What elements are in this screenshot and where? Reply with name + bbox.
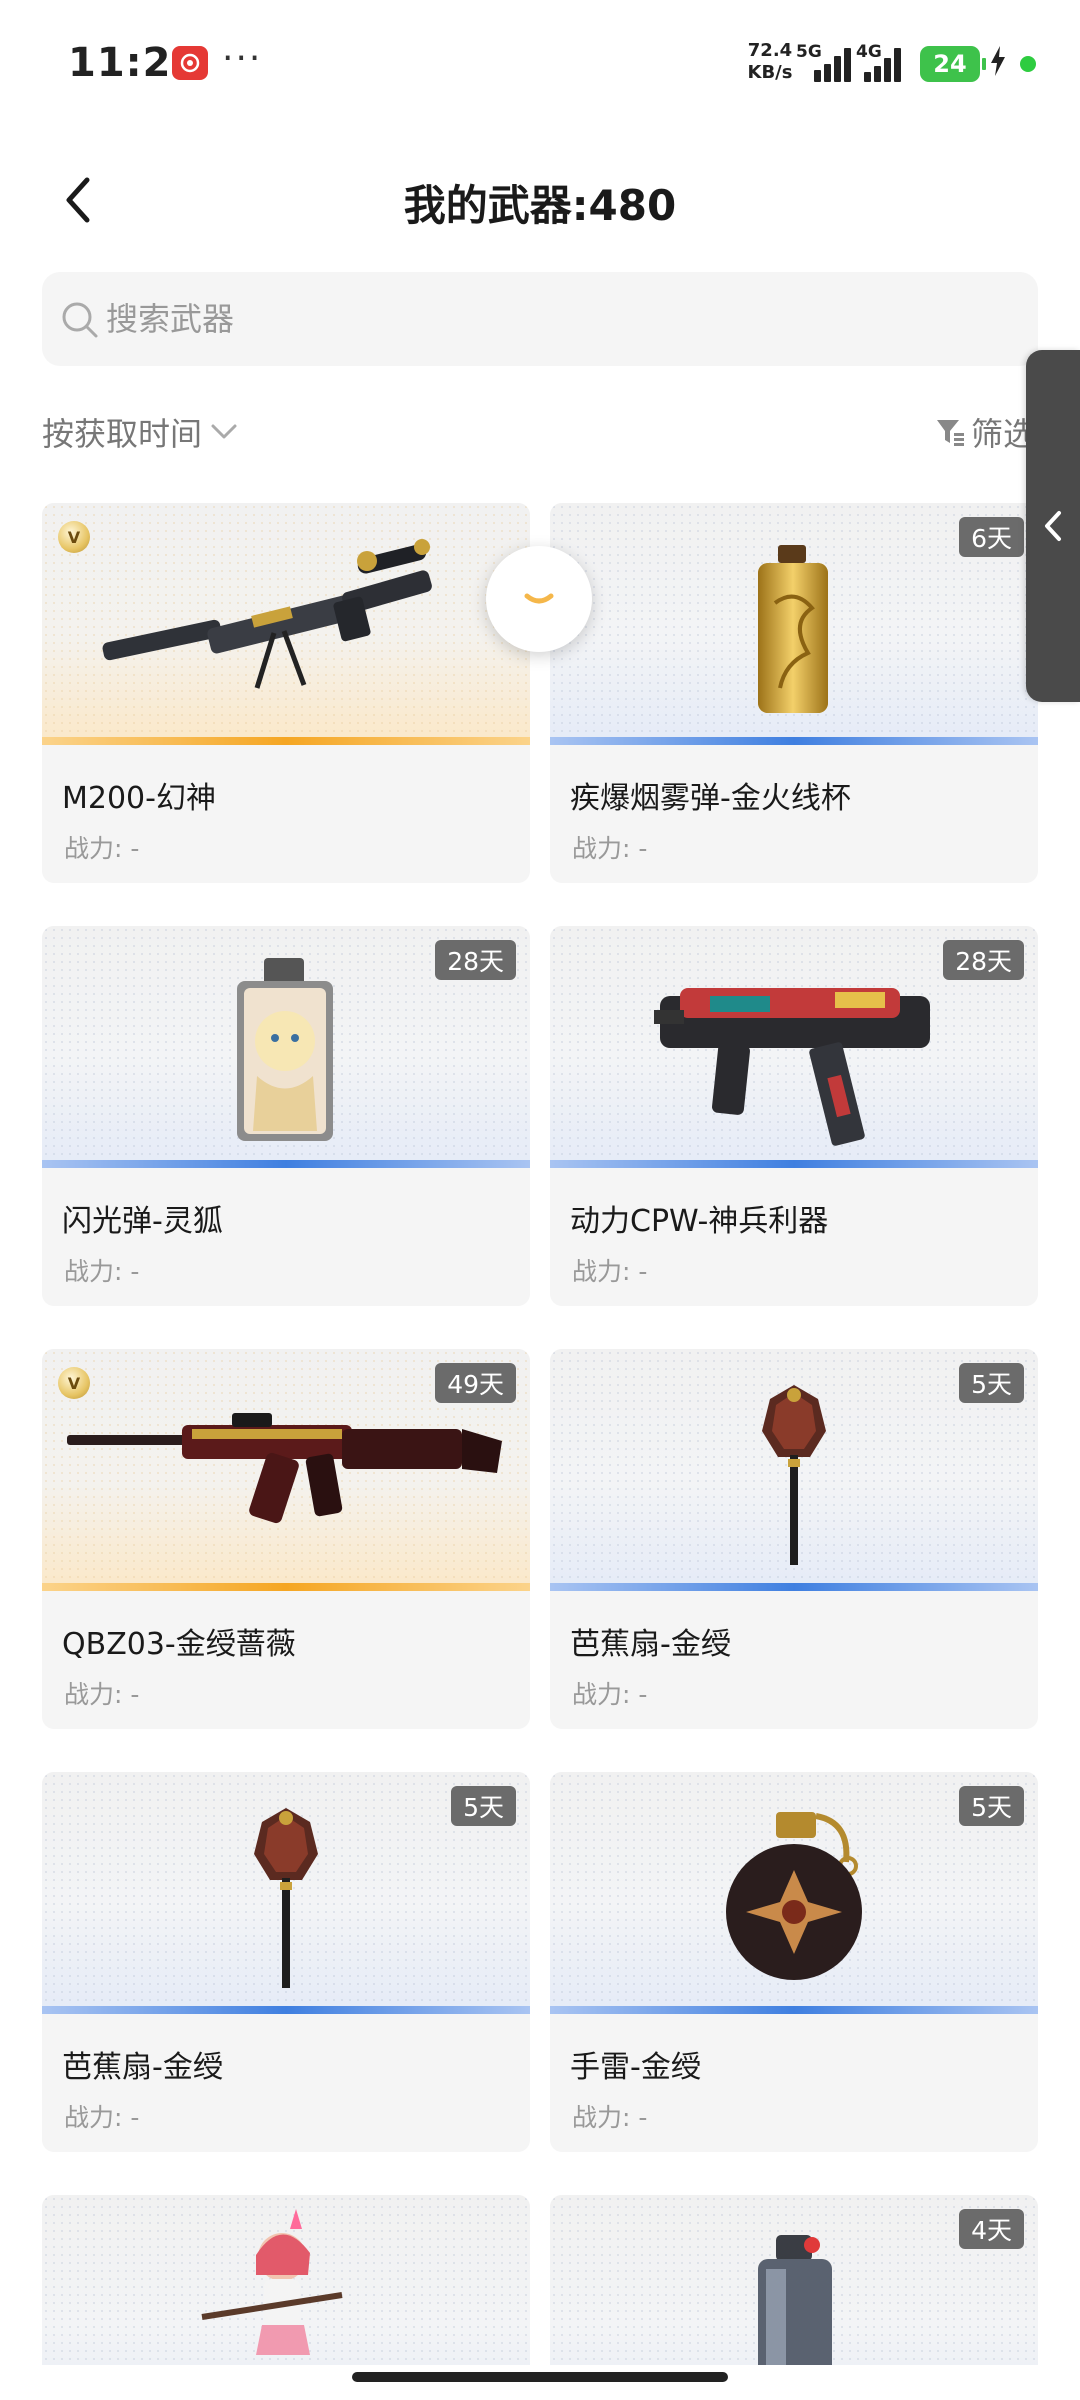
rarity-line	[550, 737, 1038, 745]
weapon-power: 战力: -	[64, 834, 140, 863]
sort-dropdown[interactable]: 按获取时间	[42, 408, 238, 456]
days-remaining-badge: 5天	[451, 1786, 516, 1826]
weapon-card[interactable]: 28天 动力CPW-神兵利器 战力: -	[550, 926, 1038, 1306]
loading-spinner	[486, 546, 592, 652]
days-remaining-badge: 28天	[435, 940, 516, 980]
search-box[interactable]	[42, 272, 1038, 366]
weapon-card[interactable]: 28天 闪光弹-灵狐 战力: -	[42, 926, 530, 1306]
filter-icon	[937, 420, 964, 446]
app-notification-icon	[172, 46, 208, 80]
signal-5g-icon: 5G	[796, 42, 851, 82]
days-remaining-badge: 5天	[959, 1786, 1024, 1826]
weapon-name: 疾爆烟雾弹-金火线杯	[570, 781, 851, 816]
character-sniper-image	[201, 2209, 343, 2355]
days-remaining-badge: 49天	[435, 1363, 516, 1403]
days-remaining-badge: 5天	[959, 1363, 1024, 1403]
weapon-card[interactable]: V 49天 QBZ03-金绶蔷薇 战力: -	[42, 1349, 530, 1729]
weapon-power: 战力: -	[572, 2103, 648, 2132]
side-drawer-handle[interactable]	[1026, 350, 1080, 702]
rarity-line	[550, 1160, 1038, 1168]
search-icon	[62, 302, 98, 338]
rarity-line	[550, 1583, 1038, 1591]
chevron-down-icon	[211, 424, 237, 439]
weapon-name: 动力CPW-神兵利器	[570, 1204, 829, 1239]
search-input[interactable]	[106, 286, 1006, 352]
weapon-card[interactable]: 5天 芭蕉扇-金绶 战力: -	[42, 1772, 530, 2152]
status-bar: 11:28 ··· 72.4 KB/s 5G 4G 24	[0, 0, 1080, 130]
page-title: 我的武器:480	[403, 181, 677, 230]
weapon-name: M200-幻神	[62, 781, 216, 816]
weapon-name: 芭蕉扇-金绶	[570, 1627, 731, 1662]
weapon-power: 战力: -	[64, 1680, 140, 1709]
weapon-name: 闪光弹-灵狐	[62, 1204, 223, 1239]
weapon-card[interactable]: 5天 手雷-金绶 战力: -	[550, 1772, 1038, 2152]
rarity-line	[42, 737, 530, 745]
days-remaining-badge: 4天	[959, 2209, 1024, 2249]
chevron-left-icon	[1045, 511, 1061, 541]
rarity-line	[42, 2006, 530, 2014]
charging-icon	[990, 46, 1006, 84]
home-indicator[interactable]	[352, 2372, 728, 2382]
sniper-rifle-image	[102, 539, 432, 689]
weapon-power: 战力: -	[64, 2103, 140, 2132]
weapon-name: 手雷-金绶	[570, 2050, 701, 2085]
more-notifications-icon: ···	[222, 38, 263, 79]
net-speed: 72.4 KB/s	[747, 40, 793, 83]
vip-badge-icon: V	[58, 521, 90, 553]
weapon-card[interactable]: 5天 芭蕉扇-金绶 战力: -	[550, 1349, 1038, 1729]
spinner-icon	[524, 593, 554, 604]
weapon-name: QBZ03-金绶蔷薇	[62, 1627, 296, 1662]
weapon-power: 战力: -	[572, 1257, 648, 1286]
privacy-indicator-dot	[1020, 56, 1036, 72]
days-remaining-badge: 28天	[943, 940, 1024, 980]
days-remaining-badge: 6天	[959, 517, 1024, 557]
weapon-power: 战力: -	[572, 834, 648, 863]
weapon-card[interactable]	[42, 2195, 530, 2365]
battery-icon: 24	[920, 46, 986, 82]
sort-label: 按获取时间	[42, 415, 203, 453]
signal-4g-icon: 4G	[856, 42, 910, 82]
vip-badge-icon: V	[58, 1367, 90, 1399]
rarity-line	[42, 1583, 530, 1591]
weapon-name: 芭蕉扇-金绶	[62, 2050, 223, 2085]
weapon-card[interactable]: V M200-幻神 战力: -	[42, 503, 530, 883]
filter-button[interactable]: 筛选	[935, 408, 1035, 456]
rarity-line	[550, 2006, 1038, 2014]
rarity-line	[42, 1160, 530, 1168]
weapon-power: 战力: -	[572, 1680, 648, 1709]
weapon-card[interactable]: 6天 疾爆烟雾弹-金火线杯 战力: -	[550, 503, 1038, 883]
weapon-power: 战力: -	[64, 1257, 140, 1286]
weapon-card[interactable]: 4天	[550, 2195, 1038, 2365]
